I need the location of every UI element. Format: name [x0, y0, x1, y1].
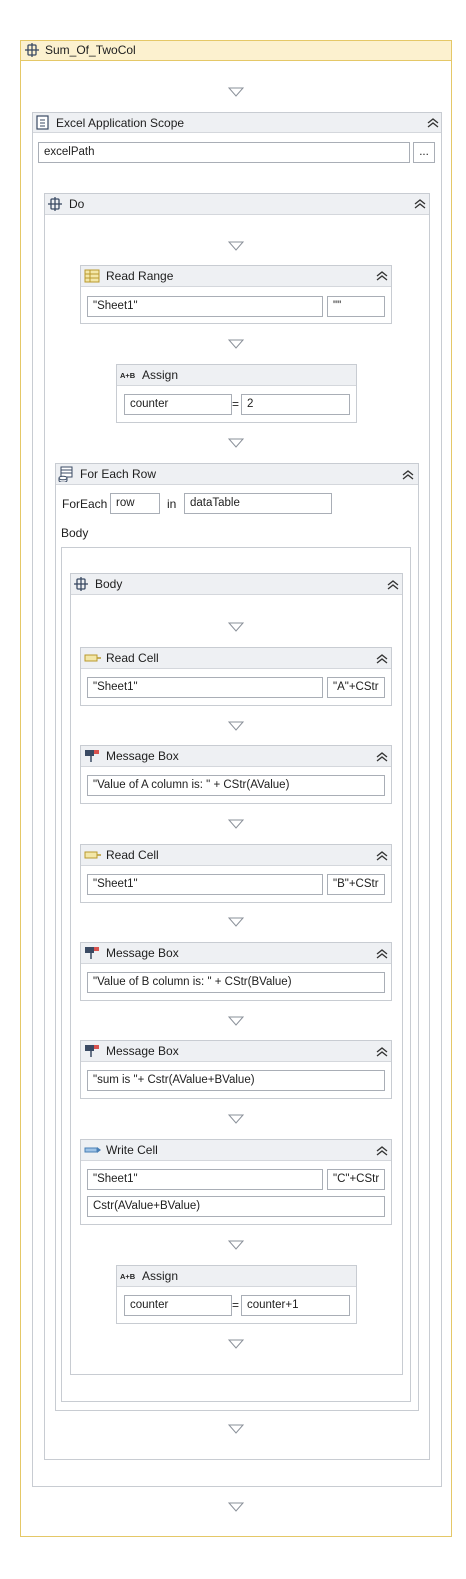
- collapse-chevron-icon[interactable]: [386, 579, 400, 591]
- excel-scope-title: Excel Application Scope: [56, 116, 185, 130]
- message-box-sum-title: Message Box: [106, 1044, 179, 1058]
- message-box-sum-text-field[interactable]: "sum is "+ Cstr(AValue+BValue): [87, 1070, 385, 1091]
- message-box-icon: [85, 947, 99, 959]
- message-box-icon: [85, 1045, 99, 1057]
- read-cell-icon: [84, 851, 101, 859]
- collapse-chevron-icon[interactable]: [401, 469, 415, 481]
- read-range-icon: [84, 269, 100, 283]
- foreach-body-label: Body: [61, 526, 89, 540]
- message-box-b-title: Message Box: [106, 946, 179, 960]
- sequence-icon: [25, 43, 39, 57]
- message-box-a-title: Message Box: [106, 749, 179, 763]
- drop-arrow-icon[interactable]: [228, 917, 244, 927]
- assign-to-field[interactable]: counter: [124, 1295, 232, 1316]
- do-sequence-header[interactable]: [45, 194, 429, 215]
- collapse-chevron-icon[interactable]: [375, 1046, 389, 1058]
- drop-arrow-icon[interactable]: [228, 1016, 244, 1026]
- read-cell-a-cell-field[interactable]: "A"+CStr: [327, 677, 385, 698]
- for-each-row-title: For Each Row: [80, 467, 157, 481]
- collapse-chevron-icon[interactable]: [375, 270, 389, 282]
- drop-arrow-icon[interactable]: [228, 1114, 244, 1124]
- collapse-chevron-icon[interactable]: [375, 948, 389, 960]
- read-cell-b-sheet-field[interactable]: "Sheet1": [87, 874, 323, 895]
- drop-arrow-icon[interactable]: [228, 1339, 244, 1349]
- drop-arrow-icon[interactable]: [228, 1240, 244, 1250]
- read-cell-a-title: Read Cell: [106, 651, 159, 665]
- write-cell-title: Write Cell: [106, 1143, 158, 1157]
- foreach-item-field[interactable]: row: [110, 493, 160, 514]
- drop-arrow-icon[interactable]: [228, 1424, 244, 1434]
- excel-scope-icon: [36, 115, 49, 130]
- message-box-b-text-field[interactable]: "Value of B column is: " + CStr(BValue): [87, 972, 385, 993]
- read-cell-b-cell-field[interactable]: "B"+CStr: [327, 874, 385, 895]
- write-cell-icon: [84, 1147, 101, 1153]
- drop-arrow-icon[interactable]: [228, 438, 244, 448]
- collapse-chevron-icon[interactable]: [426, 117, 440, 129]
- read-range-range-field[interactable]: "": [327, 296, 385, 317]
- drop-arrow-icon[interactable]: [228, 622, 244, 632]
- write-cell-value-field[interactable]: Cstr(AValue+BValue): [87, 1196, 385, 1217]
- drop-arrow-icon[interactable]: [228, 339, 244, 349]
- collapse-chevron-icon[interactable]: [375, 653, 389, 665]
- collapse-chevron-icon[interactable]: [375, 751, 389, 763]
- drop-arrow-icon[interactable]: [228, 241, 244, 251]
- assign-to-field[interactable]: counter: [124, 394, 232, 415]
- do-sequence-title: Do: [69, 197, 85, 211]
- sequence-icon: [48, 197, 62, 211]
- sequence-icon: [74, 577, 88, 591]
- drop-arrow-icon[interactable]: [228, 819, 244, 829]
- collapse-chevron-icon[interactable]: [413, 198, 427, 210]
- foreach-label: ForEach: [62, 497, 108, 511]
- read-cell-icon: [84, 654, 101, 662]
- assign-equals: =: [232, 1298, 240, 1312]
- collapse-chevron-icon[interactable]: [375, 1145, 389, 1157]
- write-cell-sheet-field[interactable]: "Sheet1": [87, 1169, 323, 1190]
- excel-path-field[interactable]: excelPath: [38, 142, 410, 163]
- assign-value-field[interactable]: counter+1: [241, 1295, 350, 1316]
- foreach-in-label: in: [167, 497, 177, 511]
- body-sequence-title: Body: [95, 577, 123, 591]
- write-cell-cell-field[interactable]: "C"+CStr: [327, 1169, 385, 1190]
- assign-title: Assign: [142, 1269, 179, 1283]
- read-range-title: Read Range: [106, 269, 174, 283]
- assign-equals: =: [232, 397, 240, 411]
- read-cell-b-title: Read Cell: [106, 848, 159, 862]
- assign-icon: A+B: [120, 371, 136, 380]
- assign-title: Assign: [142, 368, 179, 382]
- message-box-a-text-field[interactable]: "Value of A column is: " + CStr(AValue): [87, 775, 385, 796]
- collapse-chevron-icon[interactable]: [375, 850, 389, 862]
- root-sequence-title: Sum_Of_TwoCol: [45, 43, 136, 57]
- for-each-icon: [58, 466, 73, 482]
- read-range-sheet-field[interactable]: "Sheet1": [87, 296, 323, 317]
- drop-arrow-icon[interactable]: [228, 721, 244, 731]
- read-cell-a-sheet-field[interactable]: "Sheet1": [87, 677, 323, 698]
- message-box-icon: [85, 750, 99, 762]
- browse-button[interactable]: ...: [413, 142, 435, 163]
- foreach-collection-field[interactable]: dataTable: [184, 493, 332, 514]
- assign-value-field[interactable]: 2: [241, 394, 350, 415]
- assign-icon: A+B: [120, 1272, 136, 1281]
- drop-arrow-icon[interactable]: [228, 87, 244, 97]
- drop-arrow-icon[interactable]: [228, 1502, 244, 1512]
